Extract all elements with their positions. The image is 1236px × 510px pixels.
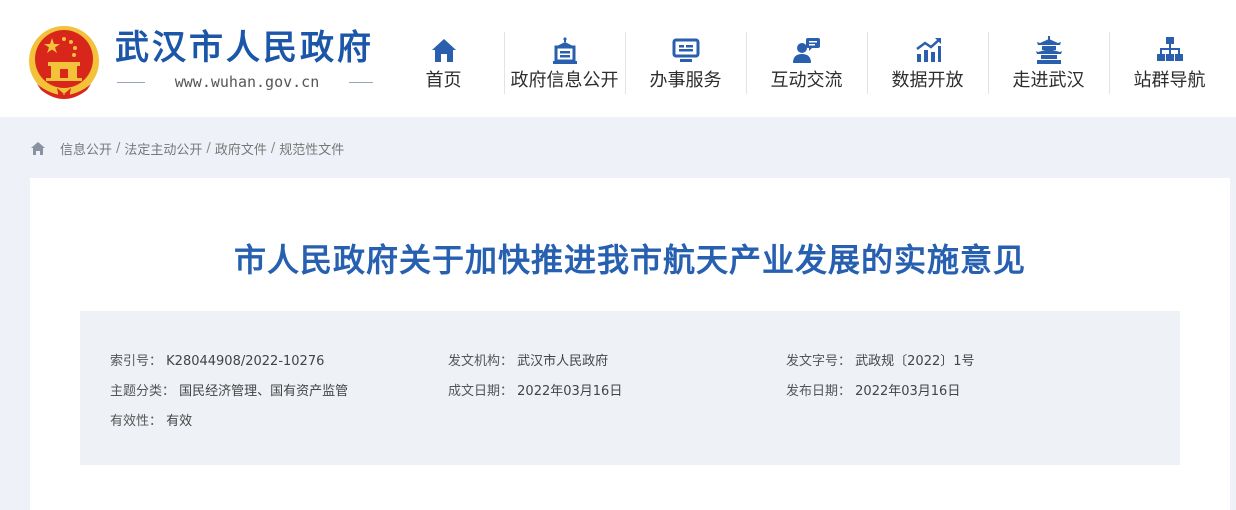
breadcrumb-separator: / — [116, 140, 121, 156]
site-url: www.wuhan.gov.cn — [117, 72, 373, 92]
home-icon — [431, 39, 456, 62]
issuing-agency-value: 武汉市人民政府 — [517, 354, 609, 369]
nav-label: 政府信息公开 — [510, 70, 619, 91]
index-number: 索引号： K28044908/2022-10276 — [110, 353, 324, 371]
nav-label: 数据开放 — [891, 70, 964, 91]
home-icon[interactable] — [30, 140, 46, 156]
user-chat-icon — [792, 38, 820, 63]
issuing-agency-label: 发文机构： — [448, 354, 514, 369]
breadcrumb-separator: / — [270, 140, 276, 156]
validity: 有效性： 有效 — [110, 413, 192, 431]
government-building-icon — [552, 37, 577, 64]
breadcrumb-item-info-disclosure[interactable]: 信息公开 — [60, 139, 112, 158]
divider — [117, 82, 145, 83]
document-number-value: 武政规〔2022〕1号 — [855, 354, 975, 369]
document-number: 发文字号： 武政规〔2022〕1号 — [786, 353, 975, 371]
nav-label: 走进武汉 — [1012, 70, 1085, 91]
topic-category-value: 国民经济管理、国有资产监管 — [179, 384, 349, 399]
pavilion-tower-icon — [1035, 36, 1062, 64]
index-number-value: K28044908/2022-10276 — [166, 354, 325, 369]
written-date-value: 2022年03月16日 — [517, 384, 623, 399]
nav-label: 互动交流 — [770, 70, 843, 91]
breadcrumb-separator: / — [206, 140, 211, 156]
breadcrumb: 信息公开 / 法定主动公开 / 政府文件 / 规范性文件 — [30, 138, 344, 158]
national-emblem-icon[interactable] — [27, 24, 101, 100]
site-url-text: www.wuhan.gov.cn — [174, 73, 320, 91]
nav-label: 首页 — [425, 70, 462, 91]
breadcrumb-item-statutory-disclosure[interactable]: 法定主动公开 — [124, 139, 202, 158]
issuing-agency: 发文机构： 武汉市人民政府 — [448, 353, 608, 371]
page-title: 市人民政府关于加快推进我市航天产业发展的实施意见 — [233, 241, 1026, 279]
index-number-label: 索引号： — [110, 354, 163, 369]
document-number-label: 发文字号： — [786, 354, 852, 369]
nav-item-open-data[interactable]: 数据开放 — [867, 32, 988, 94]
breadcrumb-item-normative-documents[interactable]: 规范性文件 — [279, 139, 344, 158]
validity-value: 有效 — [166, 414, 193, 429]
topic-category: 主题分类： 国民经济管理、国有资产监管 — [110, 383, 348, 401]
publish-date-value: 2022年03月16日 — [855, 384, 961, 399]
nav-item-site-navigation[interactable]: 站群导航 — [1109, 32, 1230, 94]
validity-label: 有效性： — [110, 414, 163, 429]
site-name[interactable]: 武汉市人民政府 — [115, 28, 374, 68]
breadcrumb-item-government-documents[interactable]: 政府文件 — [215, 139, 267, 158]
nav-item-home[interactable]: 首页 — [383, 32, 504, 94]
monitor-service-icon — [672, 38, 699, 62]
nav-item-services[interactable]: 办事服务 — [625, 32, 746, 94]
bar-chart-trend-icon — [915, 38, 941, 62]
main-nav: 首页 政府信息公开 办事服务 互动交流 数据开放 走进武汉 站群导航 — [383, 32, 1230, 94]
divider — [349, 82, 373, 83]
article-card: 市人民政府关于加快推进我市航天产业发展的实施意见 索引号： K28044908/… — [30, 178, 1230, 510]
publish-date: 发布日期： 2022年03月16日 — [786, 383, 960, 401]
site-header: 武汉市人民政府 www.wuhan.gov.cn 首页 政府信息公开 办事服务 … — [0, 0, 1236, 117]
nav-item-interaction[interactable]: 互动交流 — [746, 32, 867, 94]
nav-item-about-wuhan[interactable]: 走进武汉 — [988, 32, 1109, 94]
publish-date-label: 发布日期： — [786, 384, 852, 399]
document-metadata: 索引号： K28044908/2022-10276 发文机构： 武汉市人民政府 … — [80, 311, 1180, 465]
topic-category-label: 主题分类： — [110, 384, 176, 399]
written-date-label: 成文日期： — [448, 384, 514, 399]
written-date: 成文日期： 2022年03月16日 — [448, 383, 622, 401]
nav-item-government-info[interactable]: 政府信息公开 — [504, 32, 625, 94]
sitemap-icon — [1156, 37, 1183, 61]
nav-label: 办事服务 — [649, 70, 722, 91]
nav-label: 站群导航 — [1133, 70, 1206, 91]
